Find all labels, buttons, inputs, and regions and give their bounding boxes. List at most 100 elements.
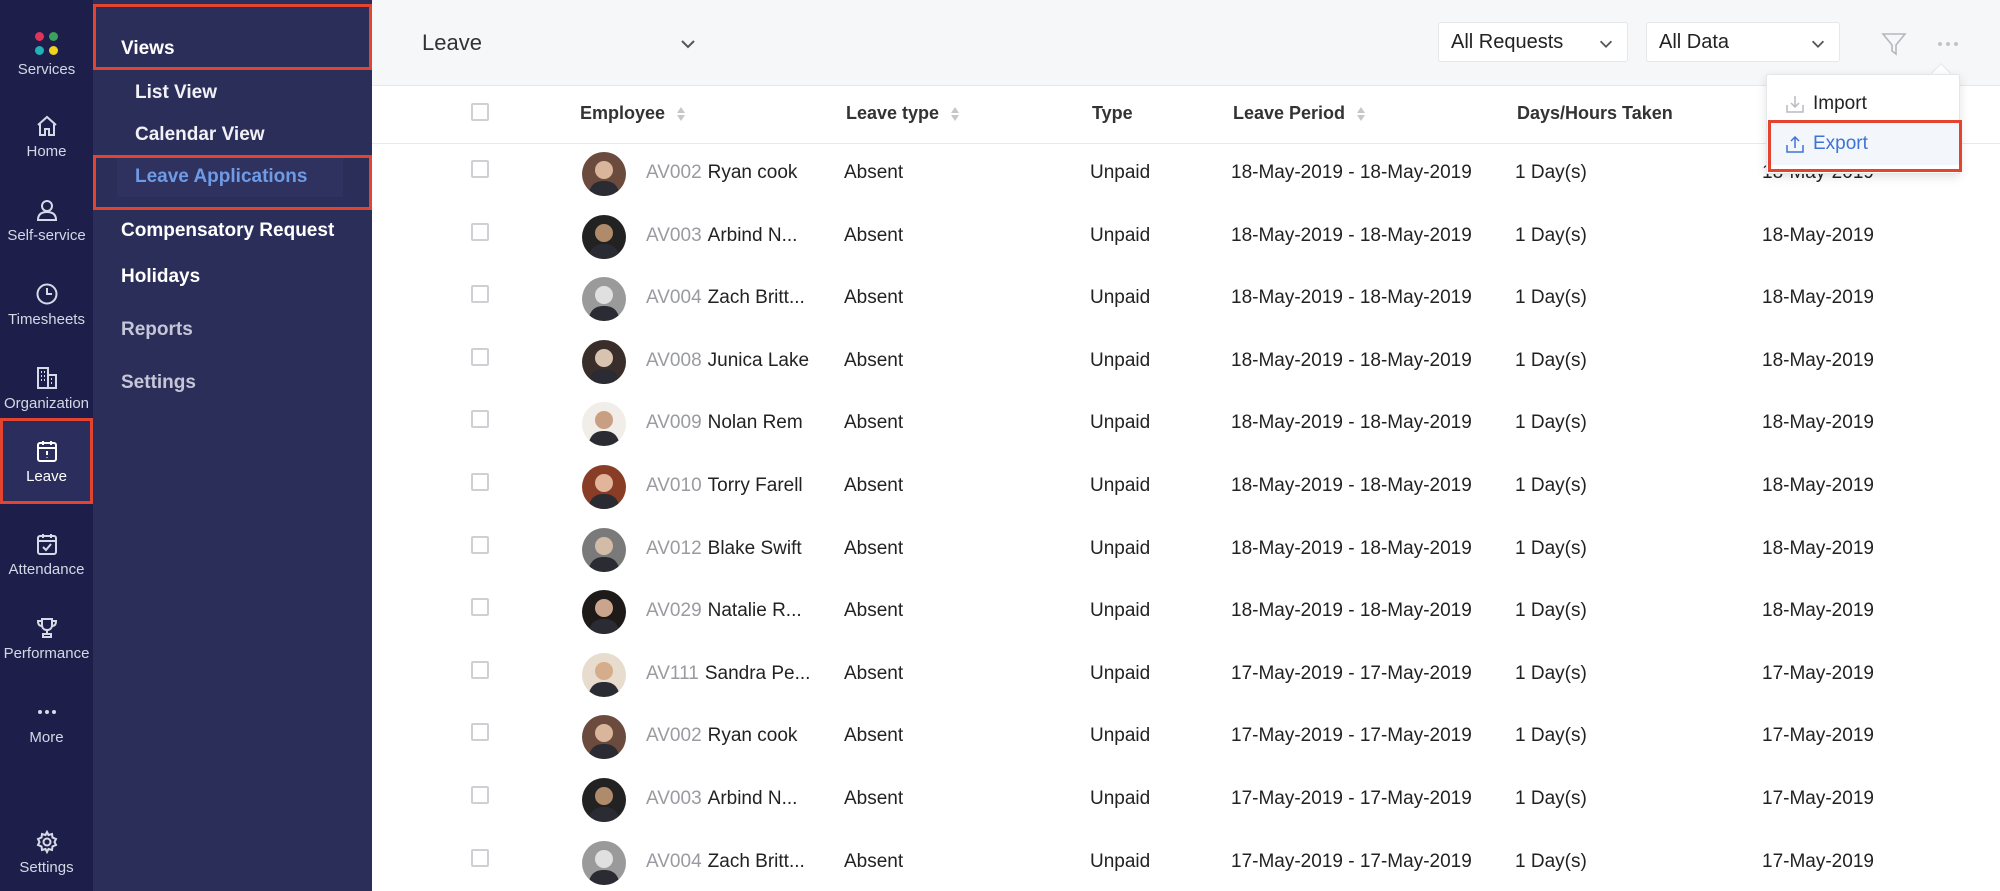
rail-item-more[interactable]: More <box>0 680 93 764</box>
type-cell: Unpaid <box>1090 475 1151 496</box>
employee-id: AV008 <box>646 349 702 371</box>
days-taken-cell: 1 Day(s) <box>1515 725 1587 747</box>
table-row[interactable]: AV003 Arbind N... Absent Unpaid 17-May-2019 … <box>372 770 2000 833</box>
rail-label: Attendance <box>8 560 85 578</box>
avatar <box>582 590 626 635</box>
rail-item-settings[interactable]: Settings <box>0 810 93 891</box>
row-checkbox[interactable] <box>471 285 489 304</box>
employee-name: Junica Lake <box>707 349 810 371</box>
column-type: Type <box>1092 103 1133 124</box>
leave-period-cell: 18-May-2019 - 18-May-2019 <box>1231 162 1472 183</box>
row-checkbox[interactable] <box>471 535 489 554</box>
table-row[interactable]: AV004 Zach Britt... Absent Unpaid 18-May-201… <box>372 269 2000 332</box>
employee-cell[interactable]: AV111 Sandra Pe... <box>646 663 810 685</box>
menu-item-import[interactable]: Import <box>1767 83 1961 125</box>
employee-cell[interactable]: AV012 Blake Swift <box>646 538 802 560</box>
leave-type-cell: Absent <box>844 349 904 371</box>
days-taken-cell: 1 Day(s) <box>1515 412 1587 434</box>
row-checkbox[interactable] <box>471 160 489 178</box>
row-checkbox[interactable] <box>471 222 489 241</box>
date-cell: 17-May-2019 <box>1762 725 1874 747</box>
subnav-list-view[interactable]: List View <box>93 82 372 104</box>
subnav-settings[interactable]: Settings <box>93 372 372 394</box>
avatar <box>582 652 626 697</box>
column-leave-period[interactable]: Leave Period <box>1233 103 1366 124</box>
subnav-holidays[interactable]: Holidays <box>93 266 372 288</box>
dot <box>49 46 58 55</box>
table-row[interactable]: AV003 Arbind N... Absent Unpaid 18-May-2019 … <box>372 206 2000 270</box>
subnav-compensatory-request[interactable]: Compensatory Request <box>93 220 372 242</box>
avatar <box>582 465 626 509</box>
data-filter-value: All Data <box>1659 31 1730 53</box>
employee-cell[interactable]: AV002 Ryan cook <box>646 725 797 747</box>
row-checkbox[interactable] <box>471 473 489 491</box>
subnav-calendar-view[interactable]: Calendar View <box>93 124 372 146</box>
rail-item-services[interactable]: Services <box>0 12 93 96</box>
module-select[interactable]: Leave <box>422 30 482 56</box>
subnav-views[interactable]: Views <box>93 38 372 60</box>
leave-type-cell: Absent <box>844 788 904 809</box>
employee-cell[interactable]: AV002 Ryan cook <box>646 162 797 184</box>
employee-cell[interactable]: AV009 Nolan Rem <box>646 412 803 434</box>
employee-cell[interactable]: AV003 Arbind N... <box>646 225 797 247</box>
column-label: Type <box>1092 103 1133 123</box>
top-bar: Leave All Requests All Data <box>372 0 2000 86</box>
employee-cell[interactable]: AV003 Arbind N... <box>646 788 797 810</box>
leave-period-cell: 18-May-2019 - 18-May-2019 <box>1231 475 1472 496</box>
column-employee[interactable]: Employee <box>580 103 686 124</box>
leave-type-cell: Absent <box>844 475 904 496</box>
row-checkbox[interactable] <box>471 786 489 804</box>
date-cell: 17-May-2019 <box>1762 850 1874 872</box>
employee-cell[interactable]: AV029 Natalie R... <box>646 600 802 622</box>
employee-cell[interactable]: AV008 Junica Lake <box>646 350 809 372</box>
rail-item-attendance[interactable]: Attendance <box>0 512 93 596</box>
table-row[interactable]: AV008 Junica Lake Absent Unpaid 18-May-2019 … <box>372 331 2000 395</box>
employee-name: Arbind N... <box>707 224 798 246</box>
table-row[interactable]: AV002 Ryan cook Absent Unpaid 17-May-2019 - … <box>372 707 2000 770</box>
rail-item-performance[interactable]: Performance <box>0 596 93 680</box>
column-leave-type[interactable]: Leave type <box>846 103 960 124</box>
select-all-checkbox[interactable] <box>471 103 489 121</box>
leave-type-cell: Absent <box>844 537 904 559</box>
rail-label: Timesheets <box>8 310 85 328</box>
row-checkbox[interactable] <box>471 848 489 867</box>
employee-id: AV111 <box>646 662 699 684</box>
table-row[interactable]: AV010 Torry Farell Absent Unpaid 18-May-2019… <box>372 457 2000 520</box>
employee-cell[interactable]: AV004 Zach Britt... <box>646 851 805 873</box>
rail-item-home[interactable]: Home <box>0 94 93 178</box>
more-options-icon[interactable] <box>1932 30 1964 58</box>
table-row[interactable]: AV111 Sandra Pe... Absent Unpaid 17-May-2019… <box>372 644 2000 708</box>
employee-id: AV010 <box>646 475 702 496</box>
row-checkbox[interactable] <box>471 410 489 429</box>
table-row[interactable]: AV002 Ryan cook Absent Unpaid 18-May-2019 - … <box>372 144 2000 207</box>
requests-filter-dropdown[interactable]: All Requests <box>1438 22 1628 62</box>
employee-id: AV004 <box>646 850 702 872</box>
dot <box>35 46 44 55</box>
subnav-leave-applications[interactable]: Leave Applications <box>93 166 372 188</box>
row-checkbox[interactable] <box>471 598 489 617</box>
rail-item-timesheets[interactable]: Timesheets <box>0 262 93 346</box>
chevron-down-icon[interactable] <box>678 34 698 54</box>
subnav-reports[interactable]: Reports <box>93 319 372 341</box>
avatar <box>582 214 626 259</box>
table-row[interactable]: AV029 Natalie R... Absent Unpaid 18-May-2019… <box>372 582 2000 645</box>
row-checkbox[interactable] <box>471 660 489 679</box>
home-icon <box>34 113 60 139</box>
table-row[interactable]: AV009 Nolan Rem Absent Unpaid 18-May-2019 - … <box>372 394 2000 457</box>
data-filter-dropdown[interactable]: All Data <box>1646 22 1840 62</box>
calendar-check-icon <box>34 531 60 557</box>
date-cell: 17-May-2019 <box>1762 788 1874 809</box>
row-checkbox[interactable] <box>471 723 489 742</box>
rail-item-leave[interactable]: Leave <box>0 418 93 504</box>
employee-cell[interactable]: AV004 Zach Britt... <box>646 287 805 309</box>
table-row[interactable]: AV004 Zach Britt... Absent Unpaid 17-May-201… <box>372 832 2000 891</box>
filter-icon[interactable] <box>1880 30 1908 58</box>
employee-id: AV009 <box>646 412 702 434</box>
rail-item-self-service[interactable]: Self-service <box>0 178 93 262</box>
avatar <box>582 402 626 447</box>
employee-cell[interactable]: AV010 Torry Farell <box>646 475 803 497</box>
date-cell: 18-May-2019 <box>1762 537 1874 559</box>
days-taken-cell: 1 Day(s) <box>1515 224 1587 246</box>
table-row[interactable]: AV012 Blake Swift Absent Unpaid 18-May-2019 … <box>372 519 2000 583</box>
row-checkbox[interactable] <box>471 347 489 366</box>
